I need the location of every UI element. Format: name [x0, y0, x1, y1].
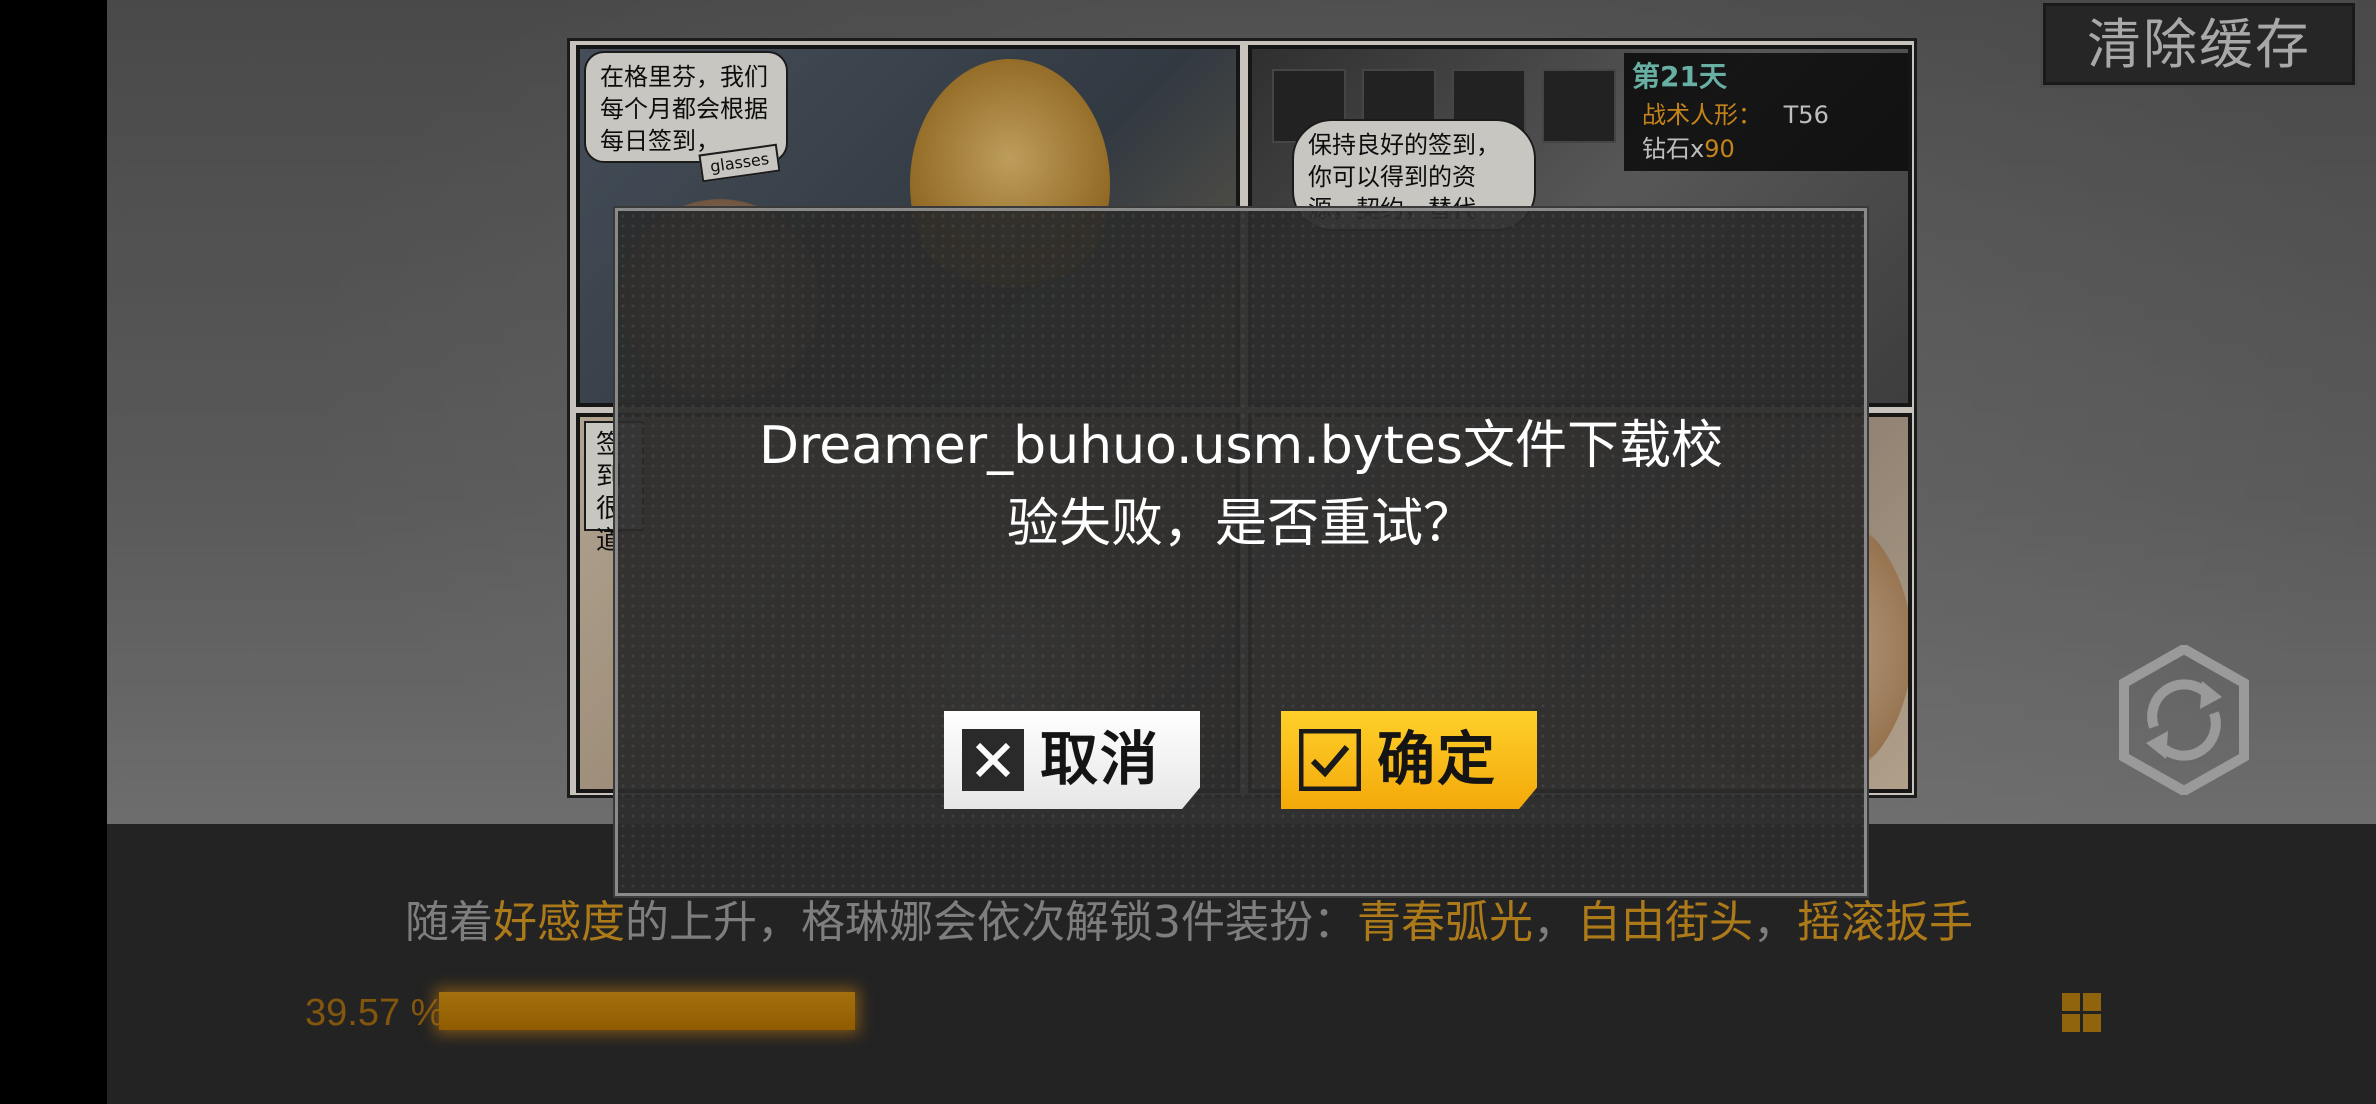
tip-text: 的上升，格琳娜会依次解锁3件装扮： — [625, 897, 1357, 948]
cancel-label: 取消 — [1040, 725, 1161, 793]
tip-highlight: 自由街头 — [1577, 897, 1753, 948]
tip-highlight: 好感度 — [493, 897, 625, 948]
tip-separator: ， — [1753, 897, 1797, 948]
grid-icon-cell — [2062, 1014, 2080, 1032]
grid-icon-cell — [2083, 1014, 2101, 1032]
reward-value: T56 — [1783, 101, 1829, 129]
close-icon — [962, 729, 1024, 791]
reward-label: 战术人形： — [1642, 101, 1762, 129]
confirm-label: 确定 — [1377, 725, 1498, 793]
reward-day: 第21天 — [1632, 60, 1727, 93]
reward-label: 钻石x — [1642, 135, 1705, 163]
clear-cache-button[interactable]: 清除缓存 — [2040, 0, 2358, 88]
grid-icon-cell — [2083, 993, 2101, 1011]
grid-icon[interactable] — [2062, 993, 2102, 1033]
reward-value: 90 — [1704, 135, 1735, 163]
retry-dialog: Dreamer_buhuo.usm.bytes文件下载校 验失败，是否重试？ 取… — [615, 208, 1867, 896]
refresh-icon[interactable] — [2118, 643, 2250, 797]
tip-highlight: 摇滚扳手 — [1797, 897, 1973, 948]
confirm-button[interactable]: 确定 — [1281, 711, 1537, 809]
progress-percent: 39.57 % — [305, 992, 445, 1034]
tip-highlight: 青春弧光 — [1357, 897, 1533, 948]
game-screen: 在格里芬，我们 每个月都会根据 每日签到， glasses 保持良好的签到， 你… — [0, 0, 2376, 1104]
item-slot — [1542, 69, 1616, 143]
reward-card: 第21天 战术人形： T56 钻石x90 — [1624, 53, 1908, 171]
progress-fill — [439, 992, 855, 1030]
reward-line: 钻石x90 — [1642, 129, 1735, 164]
progress-bar — [439, 990, 1199, 1034]
reward-line: 战术人形： T56 — [1642, 95, 1829, 130]
tip-text: 随着 — [405, 897, 493, 948]
check-icon — [1298, 728, 1362, 792]
dialog-message: Dreamer_buhuo.usm.bytes文件下载校 验失败，是否重试？ — [759, 416, 1723, 554]
tip-separator: ， — [1533, 897, 1577, 948]
cancel-button[interactable]: 取消 — [944, 711, 1200, 809]
grid-icon-cell — [2062, 993, 2080, 1011]
